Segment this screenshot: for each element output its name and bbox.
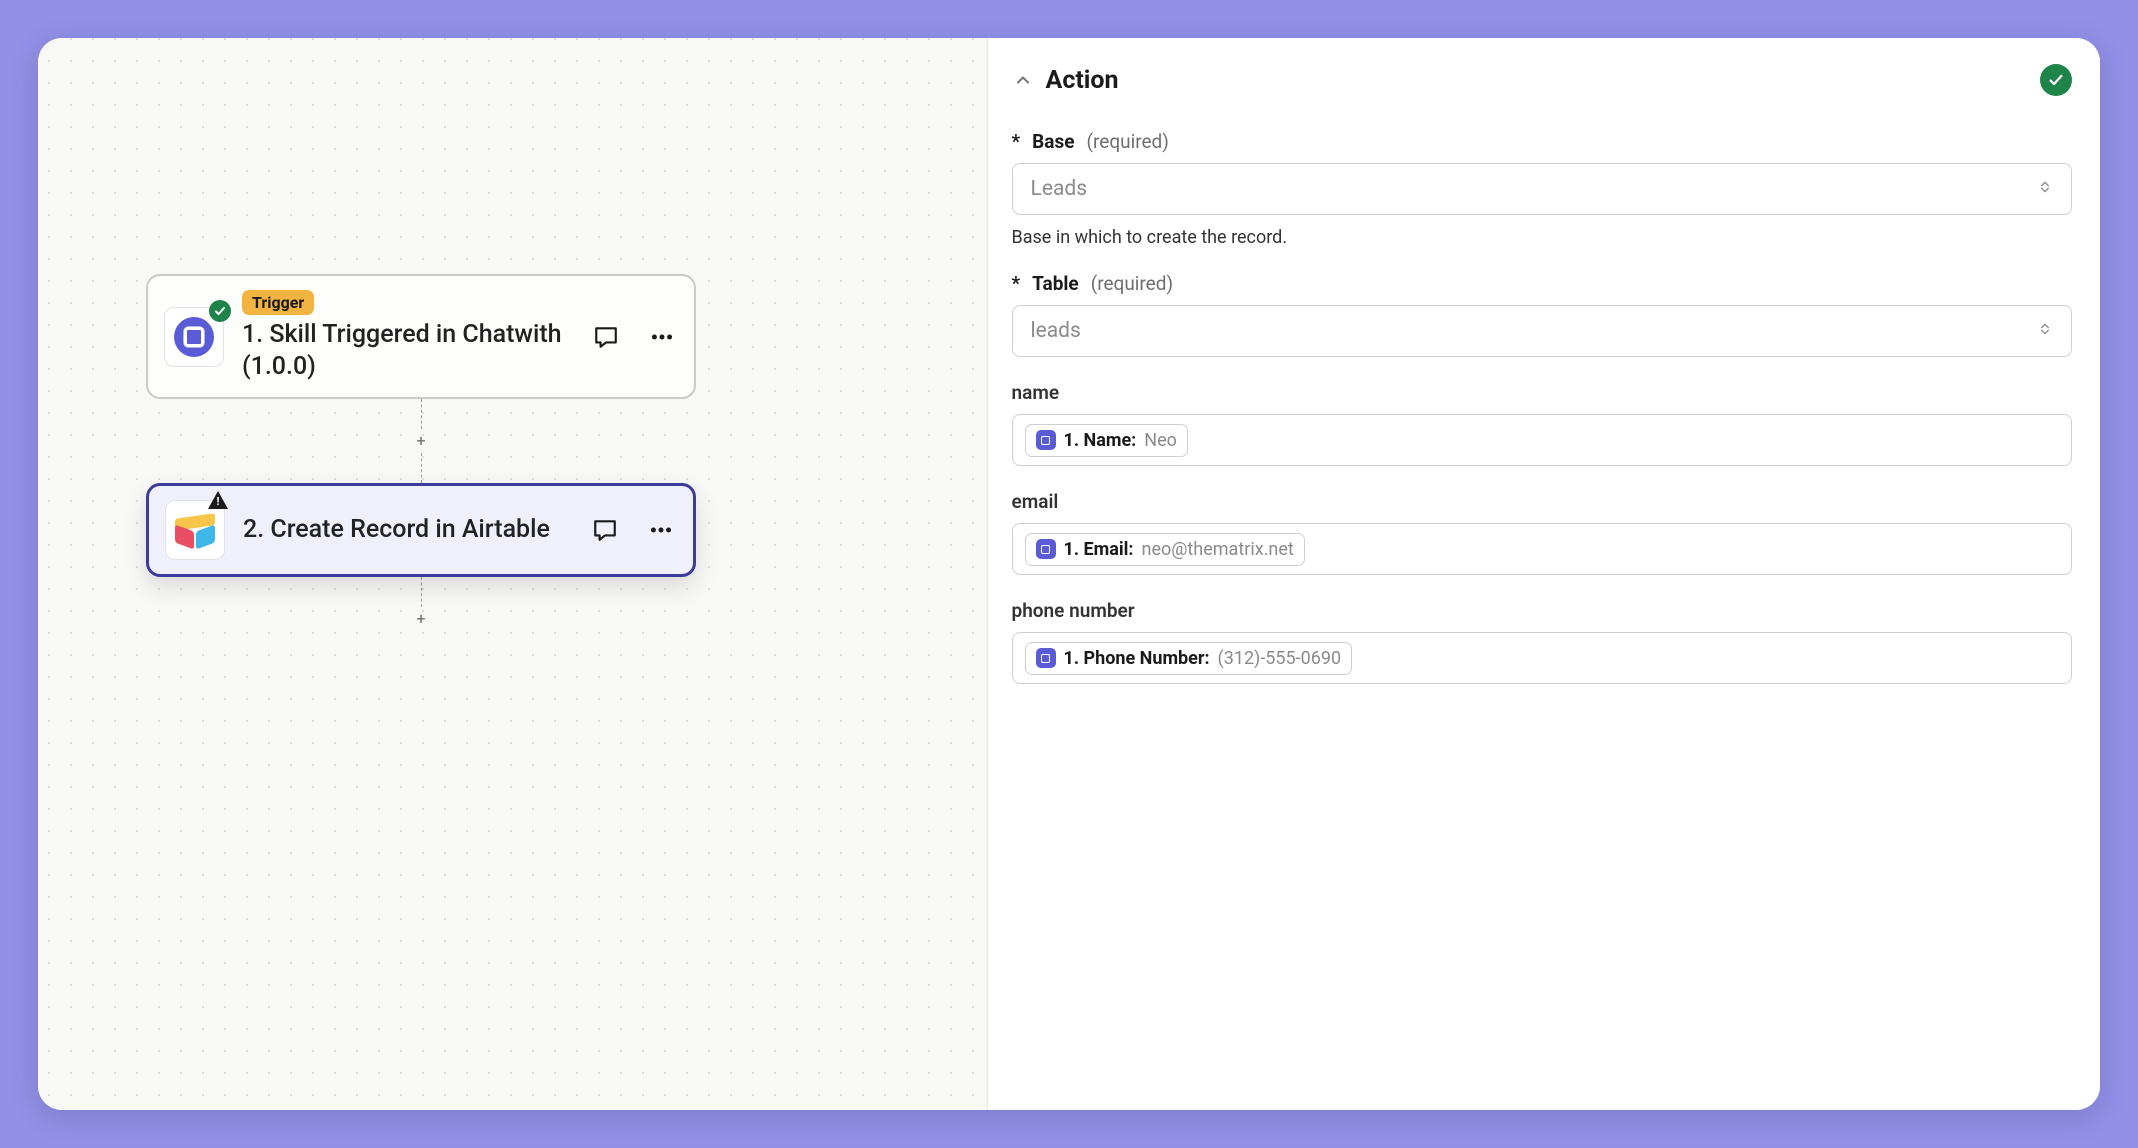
connector-end: +: [146, 577, 696, 631]
base-select[interactable]: Leads: [1012, 163, 2072, 215]
field-table: * Table (required) leads: [1012, 272, 2072, 357]
workflow-canvas[interactable]: Trigger 1. Skill Triggered in Chatwith (…: [38, 38, 987, 1110]
field-label: Base: [1032, 130, 1074, 153]
token-label: 1. Name:: [1064, 430, 1137, 451]
data-token[interactable]: 1. Phone Number: (312)-555-0690: [1025, 642, 1353, 675]
field-phone: phone number 1. Phone Number: (312)-555-…: [1012, 599, 2072, 684]
field-email: email 1. Email: neo@thematrix.net: [1012, 490, 2072, 575]
status-warning-icon: [208, 491, 230, 513]
required-star: *: [1012, 130, 1021, 153]
connector: +: [146, 399, 696, 483]
field-label: phone number: [1012, 599, 1135, 622]
data-token[interactable]: 1. Name: Neo: [1025, 424, 1188, 457]
collapse-toggle[interactable]: [1012, 69, 1034, 91]
token-value: Neo: [1144, 430, 1177, 451]
table-select[interactable]: leads: [1012, 305, 2072, 357]
email-input[interactable]: 1. Email: neo@thematrix.net: [1012, 523, 2072, 575]
trigger-badge: Trigger: [242, 290, 314, 315]
field-label: email: [1012, 490, 1059, 513]
required-text: (required): [1091, 272, 1173, 295]
workflow-node-trigger[interactable]: Trigger 1. Skill Triggered in Chatwith (…: [146, 274, 696, 399]
chatwith-icon: [1036, 430, 1056, 450]
chatwith-icon: [1036, 648, 1056, 668]
field-label: name: [1012, 381, 1060, 404]
required-text: (required): [1086, 130, 1168, 153]
comment-button[interactable]: [591, 516, 619, 544]
field-name: name 1. Name: Neo: [1012, 381, 2072, 466]
add-step-button[interactable]: +: [411, 609, 431, 629]
comment-button[interactable]: [592, 323, 620, 351]
panel-header: Action: [1012, 64, 2072, 96]
app-window: Trigger 1. Skill Triggered in Chatwith (…: [38, 38, 2100, 1110]
name-input[interactable]: 1. Name: Neo: [1012, 414, 2072, 466]
chatwith-icon: [1036, 539, 1056, 559]
add-step-button[interactable]: +: [411, 431, 431, 451]
panel-status-icon: [2040, 64, 2072, 96]
airtable-icon: [175, 510, 215, 550]
token-value: neo@thematrix.net: [1142, 539, 1294, 560]
select-value: leads: [1031, 319, 1081, 343]
more-button[interactable]: [647, 516, 675, 544]
token-label: 1. Phone Number:: [1064, 648, 1210, 669]
field-base: * Base (required) Leads Base in which to…: [1012, 130, 2072, 248]
node-app-icon: [165, 500, 225, 560]
status-check-icon: [209, 300, 231, 322]
data-token[interactable]: 1. Email: neo@thematrix.net: [1025, 533, 1305, 566]
workflow-flow: Trigger 1. Skill Triggered in Chatwith (…: [146, 274, 696, 631]
action-panel: Action * Base (required) Leads Base in w…: [987, 38, 2100, 1110]
node-title: 1. Skill Triggered in Chatwith (1.0.0): [242, 319, 574, 383]
token-value: (312)-555-0690: [1218, 648, 1342, 669]
field-helper: Base in which to create the record.: [1012, 227, 2072, 248]
node-title: 2. Create Record in Airtable: [243, 514, 573, 546]
field-label: Table: [1032, 272, 1079, 295]
node-app-icon: [164, 307, 224, 367]
workflow-node-action[interactable]: 2. Create Record in Airtable: [146, 483, 696, 577]
required-star: *: [1012, 272, 1021, 295]
panel-title: Action: [1046, 66, 2028, 95]
select-caret-icon: [2037, 177, 2053, 201]
more-button[interactable]: [648, 323, 676, 351]
chatwith-icon: [174, 317, 214, 357]
select-value: Leads: [1031, 177, 1088, 201]
token-label: 1. Email:: [1064, 539, 1134, 560]
phone-input[interactable]: 1. Phone Number: (312)-555-0690: [1012, 632, 2072, 684]
select-caret-icon: [2037, 319, 2053, 343]
